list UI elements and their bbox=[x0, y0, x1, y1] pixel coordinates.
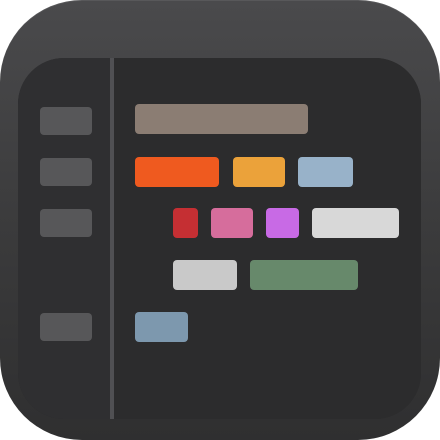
code-area bbox=[114, 58, 421, 419]
sidebar-block-4 bbox=[40, 313, 92, 341]
sidebar-block-2 bbox=[40, 158, 92, 186]
app-icon bbox=[0, 0, 440, 440]
code-token-violet bbox=[266, 208, 299, 238]
code-token-silver bbox=[173, 260, 237, 290]
code-token-light-gray bbox=[312, 208, 399, 238]
icon-shell bbox=[0, 0, 440, 440]
code-token-red bbox=[173, 208, 198, 238]
code-token-green bbox=[250, 260, 358, 290]
code-token-taupe bbox=[135, 104, 308, 134]
sidebar-block-1 bbox=[40, 107, 92, 135]
code-token-amber bbox=[233, 157, 285, 187]
code-token-pink bbox=[211, 208, 253, 238]
sidebar-block-3 bbox=[40, 209, 92, 237]
code-token-slate-blue bbox=[135, 312, 188, 342]
sidebar bbox=[18, 58, 110, 419]
code-token-orange-red bbox=[135, 157, 219, 187]
code-token-blue-gray bbox=[298, 157, 353, 187]
editor-screen bbox=[18, 58, 421, 419]
